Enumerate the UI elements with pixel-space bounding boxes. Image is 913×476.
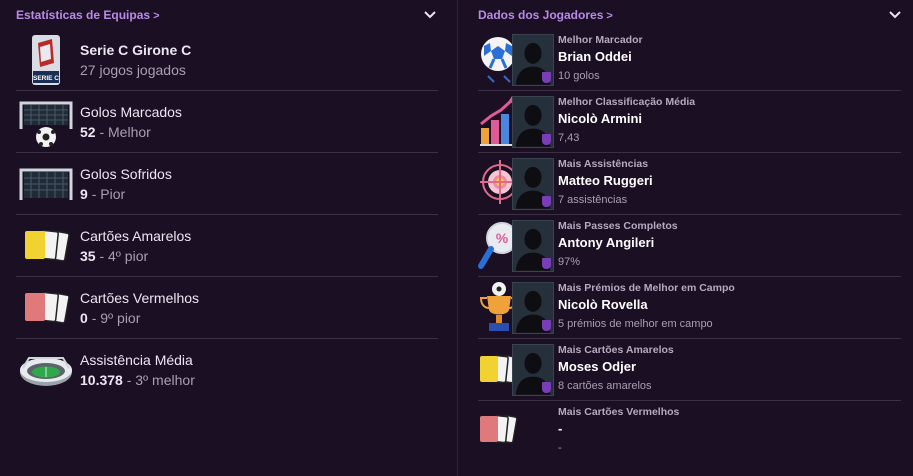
player-stat: -	[558, 442, 562, 454]
player-row-best-rating[interactable]: Melhor Classificação Média Nicolò Armini…	[478, 91, 901, 153]
stat-rank: - Melhor	[99, 123, 151, 140]
player-stats-header: Dados dos Jogadores >	[466, 0, 913, 30]
goal-net-icon	[16, 157, 76, 211]
club-badge-icon	[542, 258, 551, 269]
team-stats-panel: Estatísticas de Equipas > SERIE C Serie C…	[0, 0, 448, 476]
player-row-top-scorer[interactable]: Melhor Marcador Brian Oddei 10 golos	[478, 29, 901, 91]
yellow-cards-icon	[16, 219, 76, 273]
team-stats-header: Estatísticas de Equipas >	[0, 0, 448, 30]
goal-ball-icon	[16, 95, 76, 149]
avatar	[512, 96, 554, 148]
club-badge-icon	[542, 72, 551, 83]
collapse-player-stats-button[interactable]	[885, 5, 905, 25]
player-category: Melhor Classificação Média	[558, 96, 696, 108]
team-stats-title-link[interactable]: Estatísticas de Equipas >	[16, 8, 160, 22]
league-logo: SERIE C	[16, 33, 76, 87]
league-row: SERIE C Serie C Girone C 27 jogos jogado…	[16, 29, 438, 91]
league-games: 27 jogos jogados	[80, 61, 186, 78]
player-category: Melhor Marcador	[558, 34, 643, 46]
stat-label: Cartões Vermelhos	[80, 289, 200, 306]
avatar	[512, 158, 554, 210]
player-category: Mais Cartões Amarelos	[558, 344, 674, 356]
player-name[interactable]: Moses Odjer	[558, 357, 674, 377]
player-name[interactable]: Brian Oddei	[558, 47, 643, 67]
player-category: Mais Cartões Vermelhos	[558, 406, 680, 418]
league-name: Serie C Girone C	[80, 41, 192, 58]
player-stat: 10 golos	[558, 70, 600, 82]
club-badge-icon	[542, 320, 551, 331]
red-cards-icon	[478, 404, 518, 458]
stat-value: 35	[80, 247, 96, 264]
player-name: -	[558, 421, 563, 436]
stat-rank: - 9º pior	[91, 309, 141, 326]
player-row-passes[interactable]: % Mais Passes Completos Antony Angileri …	[478, 215, 901, 277]
player-name[interactable]: Nicolò Rovella	[558, 295, 735, 315]
stat-row-attendance[interactable]: Assistência Média 10.378 - 3º melhor	[16, 339, 438, 400]
avatar	[512, 282, 554, 334]
player-name[interactable]: Nicolò Armini	[558, 109, 695, 129]
avatar	[512, 34, 554, 86]
stat-row-goals-scored[interactable]: Golos Marcados 52 - Melhor	[16, 91, 438, 153]
player-stats-title-link[interactable]: Dados dos Jogadores >	[478, 8, 613, 22]
chevron-down-icon	[889, 11, 901, 19]
red-cards-icon	[16, 281, 76, 335]
stat-value: 9	[80, 185, 88, 202]
player-category: Mais Prémios de Melhor em Campo	[558, 282, 735, 294]
stat-rank: - 3º melhor	[126, 371, 195, 388]
chevron-down-icon	[424, 11, 436, 19]
player-stat: 8 cartões amarelos	[558, 380, 652, 392]
player-stat: 7,43	[558, 132, 580, 144]
player-name[interactable]: Antony Angileri	[558, 233, 678, 253]
player-stat: 97%	[558, 256, 581, 268]
player-row-assists[interactable]: Mais Assistências Matteo Ruggeri 7 assis…	[478, 153, 901, 215]
player-stats-panel: Dados dos Jogadores > Melhor Marcador Bri…	[466, 0, 913, 476]
stat-label: Golos Sofridos	[80, 165, 172, 182]
player-category: Mais Assistências	[558, 158, 649, 170]
club-badge-icon	[542, 196, 551, 207]
avatar	[512, 220, 554, 272]
player-row-yellow-cards[interactable]: Mais Cartões Amarelos Moses Odjer 8 cart…	[478, 339, 901, 401]
club-badge-icon	[542, 134, 551, 145]
player-name[interactable]: Matteo Ruggeri	[558, 171, 653, 191]
stat-value: 52	[80, 123, 96, 140]
player-row-motm[interactable]: Mais Prémios de Melhor em Campo Nicolò R…	[478, 277, 901, 339]
player-stat: 7 assistências	[558, 194, 628, 206]
panel-divider	[457, 0, 458, 476]
stat-row-red-cards[interactable]: Cartões Vermelhos 0 - 9º pior	[16, 277, 438, 339]
stat-row-yellow-cards[interactable]: Cartões Amarelos 35 - 4º pior	[16, 215, 438, 277]
player-row-red-cards[interactable]: Mais Cartões Vermelhos - -	[478, 401, 901, 462]
stat-rank: - Pior	[91, 185, 126, 202]
svg-text:%: %	[496, 230, 509, 246]
collapse-team-stats-button[interactable]	[420, 5, 440, 25]
stat-value: 10.378	[80, 371, 123, 388]
player-stat: 5 prémios de melhor em campo	[558, 318, 713, 330]
stadium-icon	[16, 343, 76, 397]
club-badge-icon	[542, 382, 551, 393]
stat-label: Cartões Amarelos	[80, 227, 192, 244]
stat-row-goals-conceded[interactable]: Golos Sofridos 9 - Pior	[16, 153, 438, 215]
stat-label: Golos Marcados	[80, 103, 182, 120]
player-category: Mais Passes Completos	[558, 220, 678, 232]
avatar	[512, 344, 554, 396]
league-logo-text: SERIE C	[33, 75, 59, 82]
stat-value: 0	[80, 309, 88, 326]
stat-rank: - 4º pior	[99, 247, 149, 264]
stat-label: Assistência Média	[80, 351, 193, 368]
